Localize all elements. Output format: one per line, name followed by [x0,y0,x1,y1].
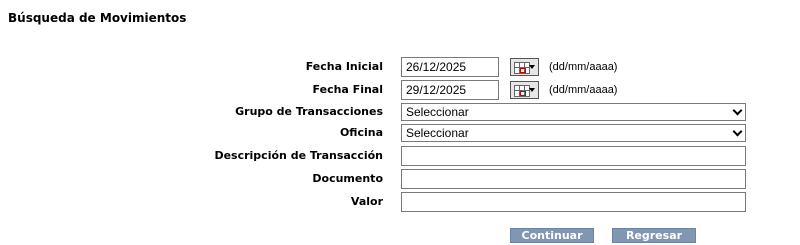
arrow-down-icon [529,65,535,69]
oficina-label: Oficina [339,126,383,139]
oficina-selected: Seleccionar [406,126,469,140]
fecha-final-row: Fecha Final (dd/mm/aaaa) [0,80,800,100]
fecha-final-label: Fecha Final [312,83,383,96]
descripcion-row: Descripción de Transacción [0,146,800,166]
calendar-icon [514,62,530,74]
chevron-down-icon [732,126,743,137]
chevron-down-icon [732,105,743,116]
fecha-inicial-row: Fecha Inicial (dd/mm/aaaa) [0,57,800,77]
documento-input[interactable] [401,169,746,189]
documento-label: Documento [312,172,383,185]
fecha-inicial-format-hint: (dd/mm/aaaa) [549,61,618,73]
grupo-transacciones-select[interactable]: Seleccionar [401,103,746,121]
grupo-transacciones-row: Grupo de Transacciones Seleccionar [0,103,800,123]
valor-input[interactable] [401,192,746,212]
oficina-row: Oficina Seleccionar [0,124,800,144]
continuar-button[interactable]: Continuar [510,228,594,243]
fecha-final-calendar-button[interactable] [510,81,539,99]
grupo-transacciones-label: Grupo de Transacciones [235,105,383,118]
oficina-select[interactable]: Seleccionar [401,124,746,142]
regresar-button[interactable]: Regresar [612,228,696,243]
calendar-icon [514,85,530,97]
grupo-transacciones-selected: Seleccionar [406,105,469,119]
fecha-inicial-input[interactable] [401,57,499,77]
fecha-final-input[interactable] [401,80,499,100]
page-title: Búsqueda de Movimientos [8,11,187,25]
fecha-final-format-hint: (dd/mm/aaaa) [549,84,618,96]
fecha-inicial-label: Fecha Inicial [305,60,383,73]
fecha-inicial-calendar-button[interactable] [510,58,539,76]
documento-row: Documento [0,169,800,189]
valor-label: Valor [350,195,383,208]
descripcion-input[interactable] [401,146,746,166]
arrow-down-icon [529,88,535,92]
valor-row: Valor [0,192,800,212]
descripcion-label: Descripción de Transacción [214,149,383,162]
